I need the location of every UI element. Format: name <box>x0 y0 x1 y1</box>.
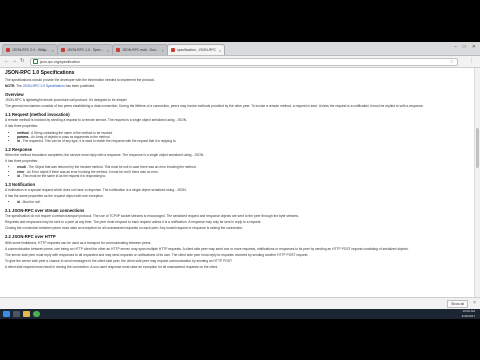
browser-icon[interactable] <box>33 311 40 317</box>
section-heading: 1.3 Notification <box>5 181 36 187</box>
reload-icon[interactable]: ↻ <box>20 58 25 65</box>
section-paragraph: With some limitations, HTTP requests can… <box>5 240 152 245</box>
property-key: result <box>17 165 26 170</box>
tab-close-icon[interactable]: × <box>107 48 109 53</box>
url-text[interactable]: json-rpc.org/specification <box>40 60 80 64</box>
system-tray[interactable]: 10:09 AM 4/26/2017 <box>462 309 475 318</box>
lock-icon <box>33 59 38 64</box>
property-item: id - The request id. This can be of any … <box>17 139 471 143</box>
tab-label: specification - JSON-RPC <box>177 48 217 52</box>
forward-icon[interactable]: → <box>12 58 18 65</box>
window-controls: – □ ✕ <box>454 44 476 50</box>
tab-0[interactable]: JSON-RPC 2.0 - Wikip... × <box>2 44 58 55</box>
page-content: JSON-RPC 1.0 Specifications The specific… <box>0 68 480 297</box>
menu-icon[interactable]: ⋮ <box>469 58 474 64</box>
downloads-bar: Show all × <box>0 297 480 309</box>
section-paragraph: It has three properties: <box>5 124 38 129</box>
section-heading: 2.2 JSON-RPC over HTTP <box>5 234 56 240</box>
spec-2-link[interactable]: JSON-RPC 2.0 Specification <box>23 84 65 88</box>
tab-label: JSON-RPC 2.0 - Wikip... <box>12 48 50 52</box>
tab-3-active[interactable]: specification - JSON-RPC × <box>167 44 225 55</box>
screen: JSON-RPC 2.0 - Wikip... × JSON-RPC 1.0 -… <box>0 0 480 360</box>
back-icon[interactable]: ← <box>4 58 10 65</box>
section-heading: 2.1 JSON-RPC over stream connections <box>5 207 85 213</box>
property-text: - The request id. This can be of any typ… <box>20 139 177 144</box>
section-paragraph: The specification do not require a certa… <box>5 214 299 219</box>
section-paragraph: It has three properties: <box>5 159 38 164</box>
address-bar[interactable]: json-rpc.org/specification ☆ <box>30 57 458 66</box>
tab-label: JSON-RPC 1.0 - Spec... <box>67 48 104 52</box>
note-text: The <box>16 84 22 89</box>
section-paragraph: A notification is a special request whic… <box>5 188 187 193</box>
star-icon[interactable]: ☆ <box>450 59 454 65</box>
section-paragraph: The general mechanism consists of two pe… <box>5 104 424 109</box>
note-label: NOTE: <box>5 84 16 89</box>
section-paragraph: A remote method is invoked by sending a … <box>5 118 188 123</box>
scroll-thumb[interactable] <box>476 128 479 168</box>
property-list: id - Must be null. <box>5 200 471 204</box>
tab-label: JSON-RPC mail - Goo... <box>122 48 159 52</box>
property-key: error <box>17 169 25 174</box>
property-text: - An Error object if there was an error … <box>25 169 159 174</box>
favicon-icon <box>6 48 10 52</box>
section-heading: 1.2 Response <box>5 146 32 152</box>
scrollbar[interactable] <box>474 68 480 297</box>
property-key: id <box>17 174 20 179</box>
browser-toolbar: ← → ↻ json-rpc.org/specification ☆ ⋮ <box>0 56 480 68</box>
favicon-icon <box>116 48 120 52</box>
maximize-icon[interactable]: □ <box>463 44 466 50</box>
tab-strip: JSON-RPC 2.0 - Wikip... × JSON-RPC 1.0 -… <box>0 42 480 56</box>
property-list: result - The Object that was returned by… <box>5 165 471 178</box>
clock-date: 4/26/2017 <box>461 313 475 318</box>
section-paragraph: A communication between peers, one being… <box>5 246 409 251</box>
section-paragraph: It has the same properties as the reques… <box>5 194 104 199</box>
tab-close-icon[interactable]: × <box>52 48 54 53</box>
taskbar: 10:09 AM 4/26/2017 <box>0 309 480 319</box>
section-paragraph: JSON-RPC is lightweight remote procedure… <box>5 98 127 103</box>
property-item: id - Must be null. <box>17 200 471 204</box>
note: NOTE: The JSON-RPC 2.0 Specification has… <box>5 84 471 89</box>
property-key: id <box>17 139 20 144</box>
tab-close-icon[interactable]: × <box>162 48 164 53</box>
property-text: - Must be null. <box>20 200 41 205</box>
section-paragraph: The server side peer must reply with res… <box>5 252 309 257</box>
note-tail: has been published. <box>65 84 96 89</box>
intro-text: The specifications should provide the de… <box>5 78 155 82</box>
property-text: - An Array of objects to pass as argumen… <box>29 134 111 139</box>
close-icon[interactable]: ✕ <box>472 44 476 50</box>
property-text: - The Object that was returned by the in… <box>26 165 197 170</box>
clock-time: 10:09 AM <box>462 309 475 313</box>
property-text: - This must be the same id as the reques… <box>20 174 107 179</box>
section-heading: Overview <box>5 91 24 97</box>
section-paragraph: Closing the connection between peers mus… <box>5 226 244 231</box>
sections: Overview JSON-RPC is lightweight remote p… <box>5 92 471 270</box>
minimize-icon[interactable]: – <box>454 44 457 50</box>
section-heading: 1.1 Request (method invocation) <box>5 111 70 117</box>
tab-close-icon[interactable]: × <box>219 48 221 53</box>
tab-2[interactable]: JSON-RPC mail - Goo... × <box>112 44 168 55</box>
property-key: id <box>17 200 20 205</box>
favicon-icon <box>61 48 65 52</box>
start-icon[interactable] <box>3 311 10 317</box>
file-explorer-icon[interactable] <box>23 311 30 317</box>
page-title: JSON-RPC 1.0 Specifications <box>5 70 75 76</box>
search-icon[interactable] <box>13 311 20 317</box>
property-text: - A String containing the name of the me… <box>29 130 114 135</box>
show-all-button[interactable]: Show all <box>447 300 468 308</box>
favicon-icon <box>171 48 175 52</box>
property-key: params <box>17 134 29 139</box>
close-downloads-icon[interactable]: × <box>473 300 476 306</box>
section-paragraph: To give the server side peer a chance to… <box>5 258 233 263</box>
tab-1[interactable]: JSON-RPC 1.0 - Spec... × <box>57 44 113 55</box>
section-paragraph: A client side request must result in clo… <box>5 264 219 269</box>
document: JSON-RPC 1.0 Specifications The specific… <box>5 70 471 271</box>
property-list: method - A String containing the name of… <box>5 131 471 144</box>
section-paragraph: Requests and responses may be sent to a … <box>5 220 262 225</box>
property-item: id - This must be the same id as the req… <box>17 174 471 178</box>
section-paragraph: When the method invocation completes, th… <box>5 153 205 158</box>
property-key: method <box>17 130 29 135</box>
